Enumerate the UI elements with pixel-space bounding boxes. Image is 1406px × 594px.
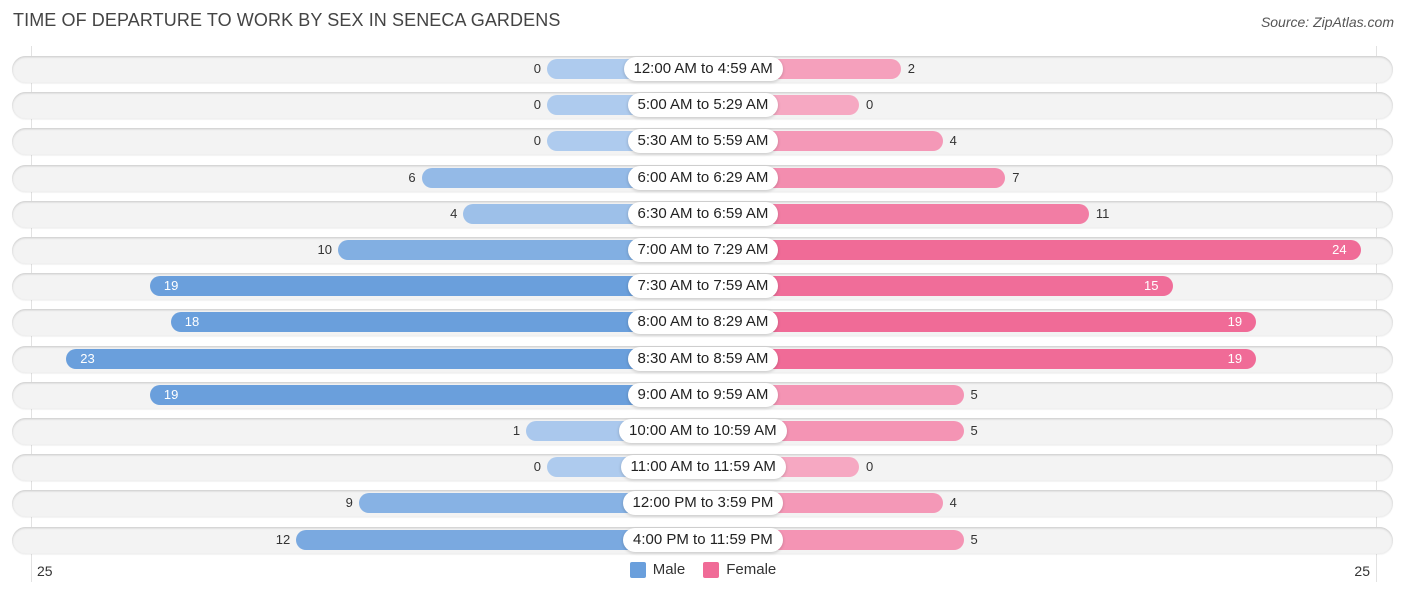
category-label: 12:00 PM to 3:59 PM [622,491,784,515]
value-label-female: 11 [1095,206,1110,221]
value-label-male: 18 [184,314,200,329]
value-label-female: 7 [1012,170,1020,185]
bar-male[interactable] [170,312,703,332]
category-label: 11:00 AM to 11:59 AM [620,455,786,479]
value-label-male: 0 [533,459,541,474]
value-label-female: 5 [970,423,978,438]
bar-male[interactable] [149,385,703,405]
value-label-female: 4 [949,495,957,510]
bar-female[interactable] [703,349,1257,369]
chart-area: 0 2 12:00 AM to 4:59 AM 0 0 5:00 AM to 5:29 A… [0,0,1406,594]
category-label: 5:00 AM to 5:29 AM [627,93,779,117]
value-label-female: 5 [970,387,978,402]
category-label: 9:00 AM to 9:59 AM [627,383,779,407]
value-label-male: 0 [533,133,541,148]
legend: Male Female [0,561,1406,578]
value-label-male: 10 [317,242,332,257]
value-label-male: 23 [80,351,95,366]
legend-item-female[interactable]: Female [703,561,776,578]
category-label: 7:30 AM to 7:59 AM [627,274,779,298]
category-label: 10:00 AM to 10:59 AM [619,419,787,443]
value-label-female: 0 [866,97,874,112]
value-label-female: 19 [1227,314,1243,329]
category-label: 12:00 AM to 4:59 AM [623,57,783,81]
legend-label-male: Male [652,561,686,578]
bar-male[interactable] [66,349,703,369]
legend-label-female: Female [726,561,777,578]
bar-female[interactable] [703,312,1257,332]
legend-swatch-male [629,561,646,578]
value-label-male: 1 [512,423,521,438]
category-label: 4:00 PM to 11:59 PM [623,528,783,552]
value-label-male: 6 [408,170,416,185]
category-label: 6:30 AM to 6:59 AM [627,202,779,226]
value-label-female: 2 [907,61,916,76]
bar-female[interactable] [703,240,1361,260]
value-label-female: 15 [1144,278,1159,293]
value-label-female: 24 [1332,242,1347,257]
category-label: 8:00 AM to 8:29 AM [627,310,779,334]
legend-item-male[interactable]: Male [629,561,686,578]
value-label-male: 19 [163,278,179,293]
category-label: 5:30 AM to 5:59 AM [627,129,779,153]
value-label-male: 9 [345,495,353,510]
value-label-male: 12 [275,532,291,547]
value-label-male: 19 [163,387,179,402]
category-label: 6:00 AM to 6:29 AM [627,166,779,190]
value-label-male: 4 [450,206,458,221]
value-label-female: 0 [866,459,874,474]
category-label: 8:30 AM to 8:59 AM [627,347,779,371]
category-label: 7:00 AM to 7:29 AM [627,238,779,262]
value-label-female: 5 [970,532,978,547]
legend-swatch-female [703,561,720,578]
value-label-female: 4 [949,133,957,148]
value-label-female: 19 [1227,351,1243,366]
value-label-male: 0 [533,97,541,112]
bar-male[interactable] [149,276,703,296]
value-label-male: 0 [533,61,541,76]
